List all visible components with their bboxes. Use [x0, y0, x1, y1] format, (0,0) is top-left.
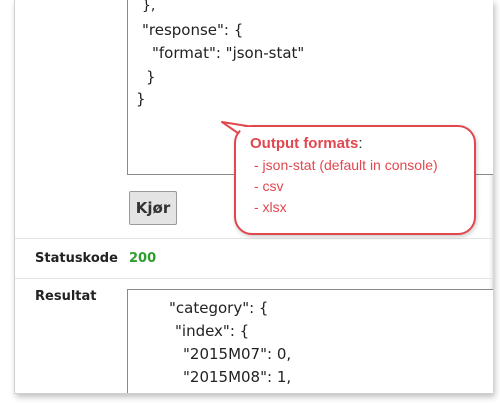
code-line: "format": "json-stat" — [152, 44, 305, 62]
run-button[interactable]: Kjør — [129, 191, 177, 225]
callout-item: - xlsx — [254, 199, 287, 215]
output-formats-callout: Output formats: - json-stat (default in … — [234, 125, 476, 235]
result-line: "2015M08": 1, — [183, 368, 292, 386]
divider — [15, 238, 493, 239]
callout-title: Output formats: — [250, 135, 363, 152]
result-line: "category": { — [169, 299, 269, 317]
code-line: }, — [142, 0, 156, 14]
result-output[interactable]: "category": { "index": { "2015M07": 0, "… — [127, 289, 493, 393]
code-line: } — [146, 68, 156, 86]
status-code-value: 200 — [129, 251, 157, 266]
code-line: } — [136, 90, 146, 108]
result-line: "2015M07": 0, — [183, 345, 292, 363]
callout-title-text: Output formats — [250, 135, 359, 152]
result-label: Resultat — [35, 289, 97, 304]
callout-item: - json-stat (default in console) — [254, 157, 438, 173]
result-line: "index": { — [175, 322, 250, 340]
code-line: "response": { — [142, 21, 244, 39]
status-code-label: Statuskode — [35, 251, 118, 266]
callout-item: - csv — [254, 178, 284, 194]
divider — [15, 278, 493, 279]
callout-title-colon: : — [358, 135, 363, 152]
